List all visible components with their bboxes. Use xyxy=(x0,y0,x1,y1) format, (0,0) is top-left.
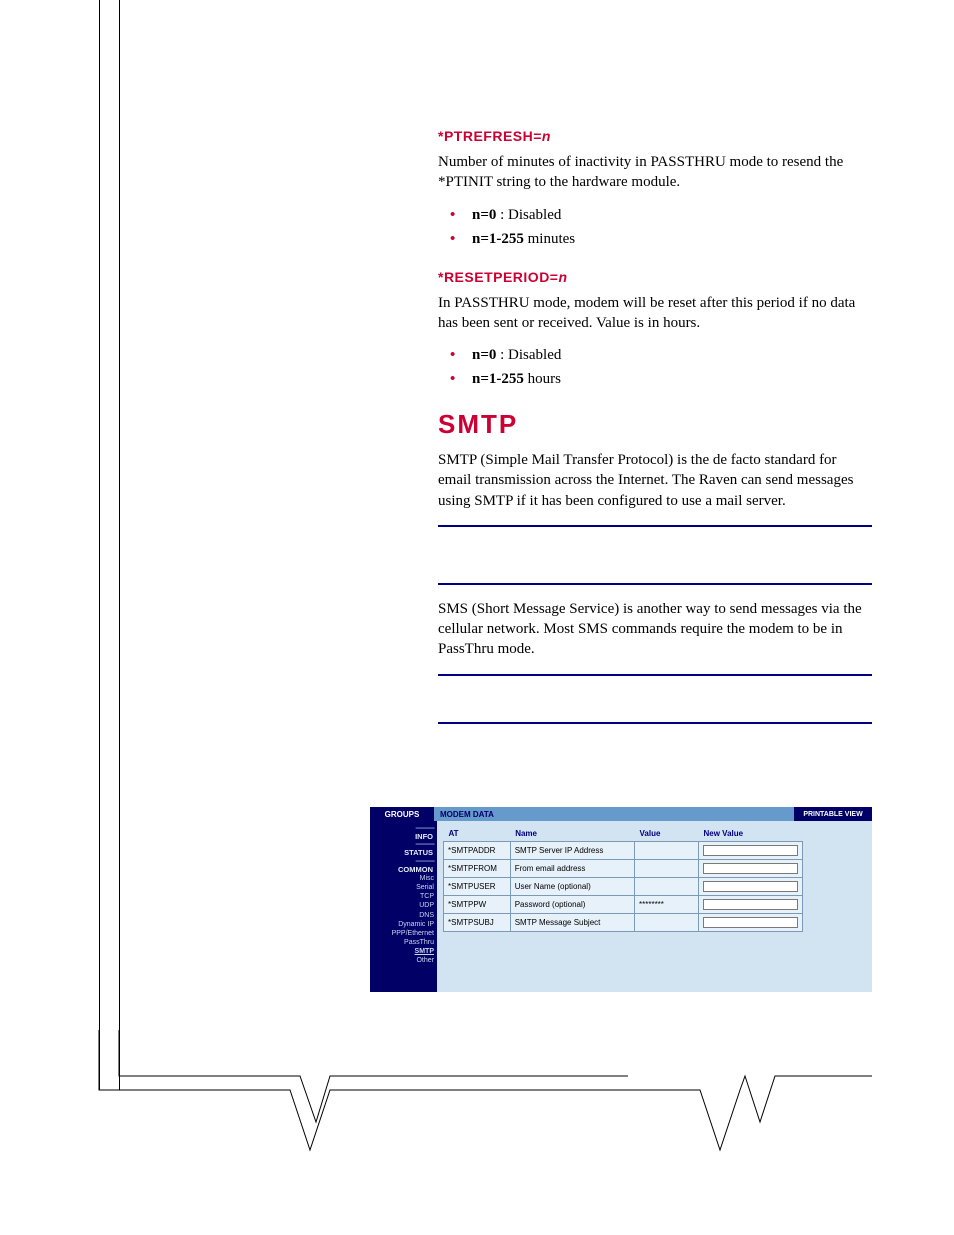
table-header-row: AT Name Value New Value xyxy=(444,826,803,842)
cell-name: SMTP Message Subject xyxy=(510,914,634,932)
cell-at: *SMTPFROM xyxy=(444,860,511,878)
ptrefresh-options: n=0 : Disabled n=1-255 minutes xyxy=(438,203,872,251)
list-item: n=0 : Disabled xyxy=(466,343,872,367)
admin-panel: GROUPS MODEM DATA PRINTABLE VIEW -------… xyxy=(370,807,872,992)
cell-value xyxy=(635,878,699,896)
list-item: n=1-255 hours xyxy=(466,367,872,391)
cell-new-value xyxy=(699,896,803,914)
table-row: *SMTPSUBJ SMTP Message Subject xyxy=(444,914,803,932)
sidebar-sub-ppp-ethernet[interactable]: PPP/Ethernet xyxy=(370,929,434,938)
sidebar-sub-dns[interactable]: DNS xyxy=(370,911,434,920)
margin-rule-outer xyxy=(99,0,100,1090)
col-at: AT xyxy=(444,826,511,842)
cell-value xyxy=(635,842,699,860)
opt-rest: minutes xyxy=(524,231,575,247)
divider xyxy=(438,525,872,527)
new-value-input[interactable] xyxy=(703,881,798,892)
sidebar-sub-other[interactable]: Other xyxy=(370,956,434,965)
table-row: *SMTPADDR SMTP Server IP Address xyxy=(444,842,803,860)
cell-at: *SMTPUSER xyxy=(444,878,511,896)
sidebar: -------------- INFO -------------- STATU… xyxy=(370,821,437,992)
text-column: *PTREFRESH=n Number of minutes of inacti… xyxy=(438,110,872,738)
cell-new-value xyxy=(699,842,803,860)
cell-new-value xyxy=(699,914,803,932)
resetperiod-cmd: *RESETPERIOD= xyxy=(438,269,558,285)
opt-bold: n=0 xyxy=(472,347,496,363)
new-value-input[interactable] xyxy=(703,899,798,910)
ptrefresh-heading: *PTREFRESH=n xyxy=(438,128,872,144)
tab-groups[interactable]: GROUPS xyxy=(370,807,434,821)
smtp-para1: SMTP (Simple Mail Transfer Protocol) is … xyxy=(438,450,872,511)
sidebar-sub-tcp[interactable]: TCP xyxy=(370,892,434,901)
opt-rest: : Disabled xyxy=(496,347,561,363)
ptrefresh-param: n xyxy=(542,128,551,144)
opt-rest: : Disabled xyxy=(496,207,561,223)
sidebar-divider: -------------- xyxy=(370,858,434,865)
new-value-input[interactable] xyxy=(703,845,798,856)
opt-rest: hours xyxy=(524,371,561,387)
data-grid-area: AT Name Value New Value *SMTPADDR SMTP S… xyxy=(437,821,872,992)
ptrefresh-desc: Number of minutes of inactivity in PASST… xyxy=(438,152,872,193)
col-name: Name xyxy=(510,826,634,842)
resetperiod-options: n=0 : Disabled n=1-255 hours xyxy=(438,343,872,391)
divider xyxy=(438,722,872,724)
resetperiod-heading: *RESETPERIOD=n xyxy=(438,269,872,285)
cell-name: Password (optional) xyxy=(510,896,634,914)
sidebar-sub-udp[interactable]: UDP xyxy=(370,901,434,910)
cell-at: *SMTPPW xyxy=(444,896,511,914)
sidebar-item-status[interactable]: STATUS xyxy=(370,848,434,857)
tab-printable-view[interactable]: PRINTABLE VIEW xyxy=(794,807,872,821)
opt-bold: n=1-255 xyxy=(472,231,524,247)
table-row: *SMTPUSER User Name (optional) xyxy=(444,878,803,896)
opt-bold: n=0 xyxy=(472,207,496,223)
admin-tabs: GROUPS MODEM DATA PRINTABLE VIEW xyxy=(370,807,872,821)
list-item: n=1-255 minutes xyxy=(466,227,872,251)
tab-modem-data[interactable]: MODEM DATA xyxy=(434,807,794,821)
opt-bold: n=1-255 xyxy=(472,371,524,387)
ptrefresh-cmd: *PTREFRESH= xyxy=(438,128,542,144)
list-item: n=0 : Disabled xyxy=(466,203,872,227)
sidebar-sub-dynamic-ip[interactable]: Dynamic IP xyxy=(370,920,434,929)
sidebar-divider: -------------- xyxy=(370,825,434,832)
section-title-smtp: SMTP xyxy=(438,409,872,440)
new-value-input[interactable] xyxy=(703,917,798,928)
cell-value: ******** xyxy=(635,896,699,914)
cell-name: From email address xyxy=(510,860,634,878)
margin-rule-inner xyxy=(119,0,120,1090)
cell-at: *SMTPSUBJ xyxy=(444,914,511,932)
sidebar-sub-misc[interactable]: Misc xyxy=(370,874,434,883)
page-footer-deco xyxy=(0,1030,954,1190)
new-value-input[interactable] xyxy=(703,863,798,874)
cell-at: *SMTPADDR xyxy=(444,842,511,860)
table-row: *SMTPFROM From email address xyxy=(444,860,803,878)
divider xyxy=(438,583,872,585)
sidebar-item-info[interactable]: INFO xyxy=(370,832,434,841)
table-row: *SMTPPW Password (optional) ******** xyxy=(444,896,803,914)
sidebar-divider: -------------- xyxy=(370,841,434,848)
cell-new-value xyxy=(699,860,803,878)
divider xyxy=(438,674,872,676)
smtp-settings-table: AT Name Value New Value *SMTPADDR SMTP S… xyxy=(443,826,803,932)
col-value: Value xyxy=(635,826,699,842)
sms-para: SMS (Short Message Service) is another w… xyxy=(438,599,872,660)
sidebar-sub-smtp[interactable]: SMTP xyxy=(370,947,434,956)
cell-name: SMTP Server IP Address xyxy=(510,842,634,860)
sidebar-sub-serial[interactable]: Serial xyxy=(370,883,434,892)
resetperiod-param: n xyxy=(558,269,567,285)
sidebar-item-common[interactable]: COMMON xyxy=(370,865,434,874)
cell-name: User Name (optional) xyxy=(510,878,634,896)
resetperiod-desc: In PASSTHRU mode, modem will be reset af… xyxy=(438,293,872,334)
cell-value xyxy=(635,860,699,878)
sidebar-sub-passthru[interactable]: PassThru xyxy=(370,938,434,947)
col-new-value: New Value xyxy=(699,826,803,842)
cell-value xyxy=(635,914,699,932)
cell-new-value xyxy=(699,878,803,896)
